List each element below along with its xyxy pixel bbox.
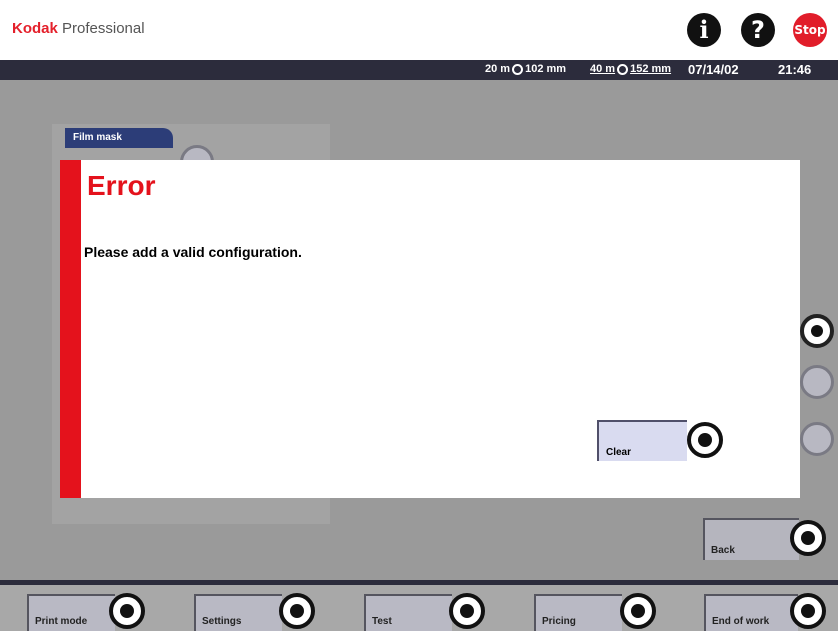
help-button[interactable]: ?	[741, 13, 775, 47]
test-button[interactable]: Test	[364, 594, 452, 631]
status-bar: 20 m 102 mm 40 m 152 mm 07/14/02 21:46	[0, 60, 838, 80]
brand-logo: Kodak Professional	[12, 20, 145, 37]
info-button[interactable]: i	[687, 13, 721, 47]
status-date: 07/14/02	[688, 62, 739, 77]
roll1-width: 102 mm	[525, 63, 567, 75]
print-mode-radio-icon[interactable]	[109, 593, 145, 629]
roll1-status: 20 m 102 mm	[485, 63, 566, 75]
roll2-length: 40 m	[590, 63, 616, 75]
back-button-label: Back	[711, 545, 735, 556]
test-label: Test	[372, 616, 392, 627]
back-radio-icon[interactable]	[790, 520, 826, 556]
clear-button-label: Clear	[606, 447, 632, 458]
pricing-label: Pricing	[542, 616, 576, 627]
side-radio-3[interactable]	[800, 422, 834, 456]
clear-button[interactable]: Clear	[597, 420, 687, 461]
header: Kodak Professional i ? Stop	[0, 0, 838, 60]
brand-kodak: Kodak	[12, 20, 58, 37]
settings-radio-icon[interactable]	[279, 593, 315, 629]
side-radio-1[interactable]	[800, 314, 834, 348]
film-roll-icon	[617, 64, 629, 75]
tab-film-mask[interactable]: Film mask	[65, 128, 173, 148]
pricing-radio-icon[interactable]	[620, 593, 656, 629]
status-time: 21:46	[778, 62, 812, 77]
error-title: Error	[87, 170, 156, 201]
pricing-button[interactable]: Pricing	[534, 594, 622, 631]
end-of-work-radio-icon[interactable]	[790, 593, 826, 629]
error-message: Please add a valid configuration.	[84, 244, 302, 260]
film-roll-icon	[512, 64, 524, 75]
tab-film-mask-label: Film mask	[73, 132, 122, 143]
roll2-width: 152 mm	[630, 63, 672, 75]
print-mode-label: Print mode	[35, 616, 88, 627]
print-mode-button[interactable]: Print mode	[27, 594, 115, 631]
settings-button[interactable]: Settings	[194, 594, 282, 631]
roll1-length: 20 m	[485, 63, 511, 75]
end-of-work-label: End of work	[712, 616, 770, 627]
end-of-work-button[interactable]: End of work	[704, 594, 798, 631]
roll2-status: 40 m 152 mm	[590, 63, 671, 75]
error-accent-bar	[60, 160, 81, 498]
settings-label: Settings	[202, 616, 242, 627]
side-radio-2[interactable]	[800, 365, 834, 399]
brand-professional: Professional	[62, 20, 145, 37]
clear-radio-icon[interactable]	[687, 422, 723, 458]
error-dialog: Error Please add a valid configuration. …	[60, 160, 800, 498]
back-button[interactable]: Back	[703, 518, 799, 560]
stop-button[interactable]: Stop	[793, 13, 827, 47]
test-radio-icon[interactable]	[449, 593, 485, 629]
